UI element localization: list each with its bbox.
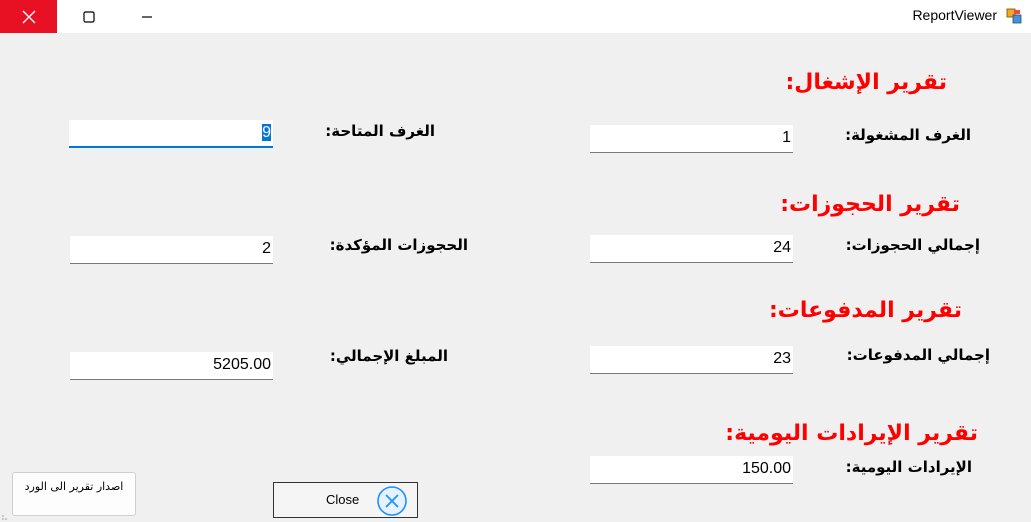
occupied-rooms-field[interactable]: 1 — [590, 125, 793, 153]
daily-revenue-field[interactable]: 150.00 — [590, 456, 793, 484]
window-maximize-button[interactable] — [60, 0, 117, 33]
confirmed-bookings-label: الحجوزات المؤكدة: — [329, 236, 468, 254]
bookings-report-heading: تقرير الحجوزات: — [780, 192, 960, 217]
close-button-label: Close — [326, 492, 360, 507]
total-amount-label: المبلغ الإجمالي: — [329, 347, 448, 365]
available-rooms-value: 9 — [262, 124, 271, 141]
close-button[interactable]: Close — [273, 482, 418, 518]
daily-revenue-label: الإيرادات اليومية: — [845, 458, 972, 476]
resize-grip-icon[interactable] — [2, 514, 8, 520]
app-icon — [1006, 8, 1022, 24]
window-title: ReportViewer — [912, 7, 997, 23]
total-amount-field[interactable]: 5205.00 — [70, 352, 273, 380]
occupied-rooms-label: الغرف المشغولة: — [845, 126, 971, 144]
window-close-button[interactable] — [0, 0, 57, 33]
available-rooms-field[interactable]: 9 — [69, 120, 273, 148]
title-bar: ReportViewer — [0, 0, 1031, 33]
confirmed-bookings-field[interactable]: 2 — [70, 236, 273, 264]
minimize-icon — [141, 15, 152, 18]
daily-revenue-report-heading: تقرير الإيرادات اليومية: — [725, 421, 978, 446]
occupancy-report-heading: تقرير الإشغال: — [785, 70, 947, 95]
payments-report-heading: تقرير المدفوعات: — [768, 298, 962, 323]
close-icon — [22, 10, 35, 23]
maximize-icon — [82, 10, 95, 23]
total-payments-field[interactable]: 23 — [590, 346, 793, 374]
total-bookings-label: إجمالي الحجوزات: — [845, 236, 980, 254]
total-bookings-field[interactable]: 24 — [590, 235, 793, 263]
total-payments-label: إجمالي المدفوعات: — [846, 346, 990, 364]
close-circle-icon — [377, 486, 407, 516]
export-to-word-button[interactable]: اصدار تقرير الى الورد — [12, 472, 136, 516]
window-minimize-button[interactable] — [118, 0, 175, 33]
available-rooms-label: الغرف المتاحة: — [325, 122, 435, 140]
